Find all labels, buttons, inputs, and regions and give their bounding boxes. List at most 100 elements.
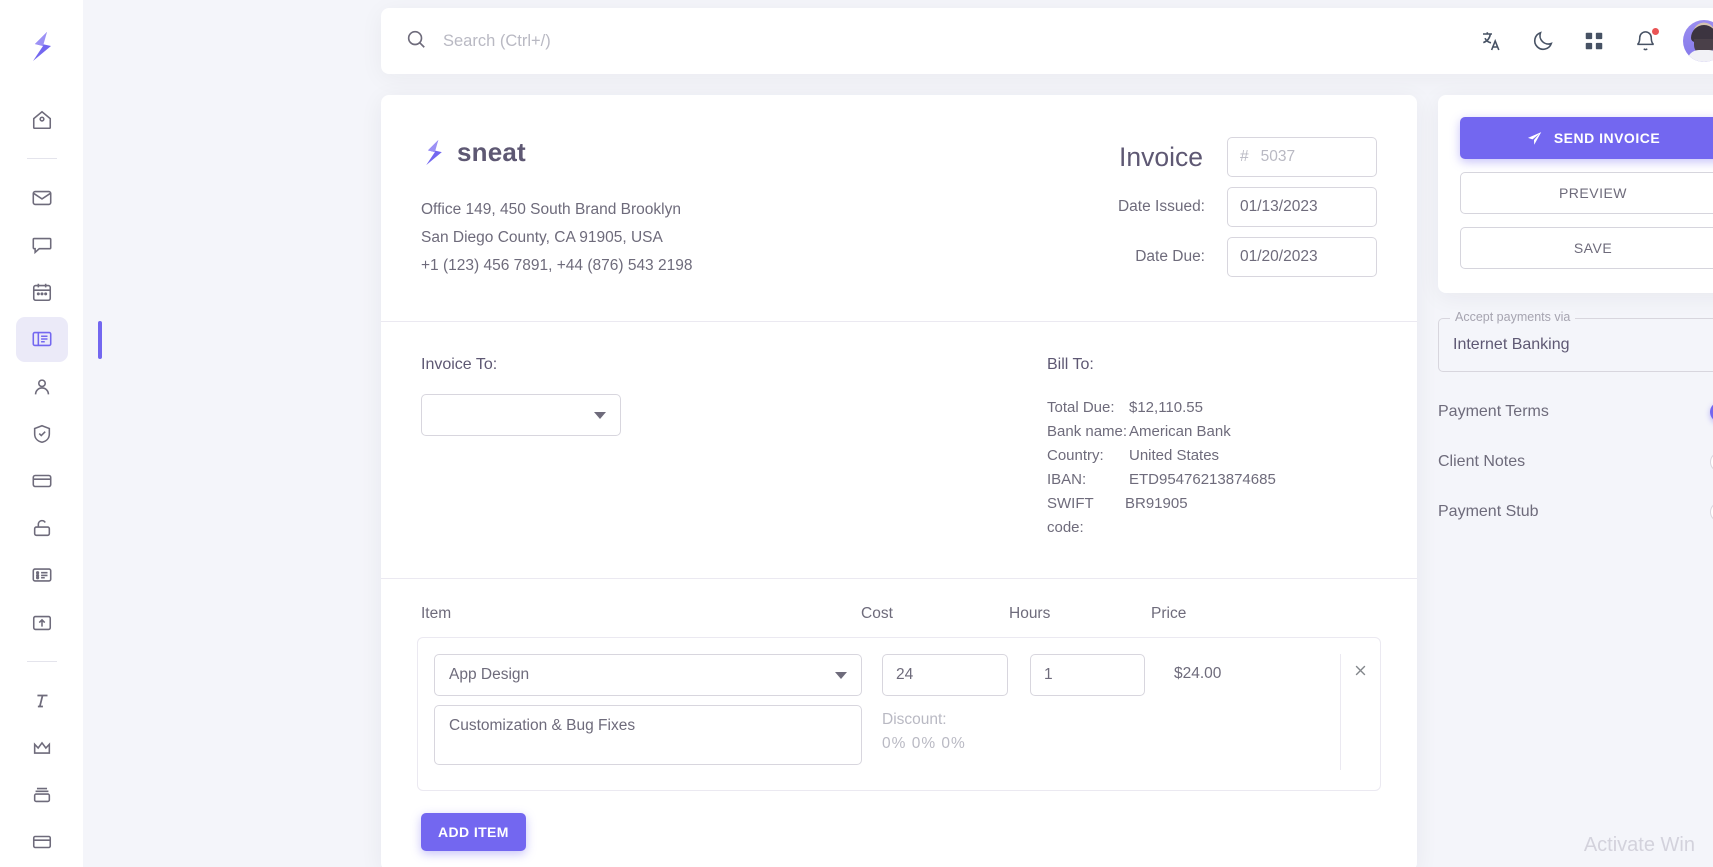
invoice-to-block: Invoice To:	[421, 356, 1047, 540]
remove-item-button[interactable]	[1340, 654, 1380, 770]
search-input[interactable]	[443, 31, 863, 51]
table-row: App Design Discount: 0% 0% 0% $24.00	[417, 637, 1381, 791]
discount-label: Discount:	[882, 711, 947, 728]
item-select[interactable]: App Design	[434, 654, 862, 696]
sidebar-item-roles-permissions[interactable]	[16, 411, 68, 456]
bill-to-key: SWIFT code:	[1047, 495, 1094, 536]
date-due-row: Date Due: 01/20/2023	[957, 237, 1377, 277]
date-due-field[interactable]: 01/20/2023	[1227, 237, 1377, 277]
sidebar-item-home[interactable]	[16, 97, 68, 142]
bill-to-row: Total Due: $12,110.55	[1047, 396, 1377, 420]
bill-to-row: Country: United States	[1047, 444, 1377, 468]
bill-to-value: United States	[1129, 447, 1220, 464]
search-icon	[405, 28, 427, 55]
bill-to-key: Total Due:	[1047, 399, 1115, 416]
bill-to-value: ETD95476213874685	[1129, 471, 1276, 488]
invoice-meta: Invoice # 5037 Date Issued: 01/13/2023 D…	[957, 137, 1377, 287]
date-due-label: Date Due:	[1135, 248, 1205, 265]
send-plane-icon	[1527, 131, 1542, 145]
avatar-image	[1683, 20, 1713, 62]
send-invoice-button[interactable]: SEND INVOICE	[1460, 117, 1713, 159]
column-header-cost: Cost	[861, 605, 893, 622]
item-description-input[interactable]	[434, 705, 862, 765]
invoice-card: sneat Office 149, 450 South Brand Brookl…	[381, 95, 1417, 867]
toggle-payment-stub-label: Payment Stub	[1438, 503, 1539, 520]
sidebar-divider-1	[26, 158, 57, 160]
sidebar-divider-2	[26, 661, 57, 663]
invoice-number-value: 5037	[1260, 148, 1296, 165]
sidebar-item-pricing[interactable]	[16, 458, 68, 503]
preview-button[interactable]: PREVIEW	[1460, 172, 1713, 214]
apps-grid-icon[interactable]	[1581, 28, 1607, 54]
sidebar-item-email[interactable]	[16, 175, 68, 220]
company-address-line-1: Office 149, 450 South Brand Brooklyn	[421, 201, 681, 218]
page-title: Invoice	[1119, 141, 1203, 172]
invoice-number-field[interactable]: # 5037	[1227, 137, 1377, 177]
company-address-line-2: San Diego County, CA 91905, USA	[421, 229, 663, 246]
invoice-number-prefix: #	[1240, 148, 1249, 165]
sidebar-item-wizard[interactable]	[16, 553, 68, 598]
top-navbar	[381, 8, 1713, 74]
hours-cell	[1022, 654, 1164, 770]
date-issued-row: Date Issued: 01/13/2023	[957, 187, 1377, 227]
send-invoice-label: SEND INVOICE	[1553, 130, 1661, 146]
sidebar-item-authentication[interactable]	[16, 506, 68, 551]
column-header-price: Price	[1151, 605, 1187, 622]
payment-method-select[interactable]: Accept payments via Internet Banking	[1438, 310, 1713, 372]
sidebar-item-typography[interactable]	[16, 678, 68, 723]
invoice-number-row: Invoice # 5037	[957, 137, 1377, 177]
item-select-value: App Design	[449, 666, 530, 683]
date-issued-field[interactable]: 01/13/2023	[1227, 187, 1377, 227]
bill-to-row: IBAN: ETD95476213874685	[1047, 468, 1377, 492]
toggle-client-notes-row: Client Notes	[1438, 452, 1713, 472]
sidebar-item-icons[interactable]	[16, 725, 68, 770]
sidebar-item-chat[interactable]	[16, 222, 68, 267]
notification-badge	[1651, 27, 1660, 36]
column-header-item: Item	[421, 605, 452, 622]
bill-to-value: American Bank	[1129, 423, 1231, 440]
bill-to-value: BR91905	[1125, 495, 1188, 512]
topbar-actions	[1479, 20, 1713, 62]
column-header-hours: Hours	[1009, 605, 1051, 622]
sidebar-item-invoice[interactable]	[15, 316, 102, 363]
close-icon	[1355, 665, 1366, 676]
company-block: sneat Office 149, 450 South Brand Brookl…	[421, 137, 957, 287]
translate-icon[interactable]	[1479, 28, 1505, 54]
invoice-header: sneat Office 149, 450 South Brand Brookl…	[381, 95, 1417, 322]
chevron-down-icon	[594, 411, 606, 419]
bill-to-value: $12,110.55	[1129, 399, 1203, 416]
date-issued-label: Date Issued:	[1117, 198, 1205, 215]
main-stage: sneat Office 149, 450 South Brand Brookl…	[83, 0, 1713, 867]
items-table-header: Item Cost Hours Price	[417, 605, 1381, 637]
bill-to-key: Country:	[1047, 447, 1104, 464]
payment-method-value: Internet Banking	[1453, 336, 1570, 353]
toggle-payment-terms-row: Payment Terms	[1438, 402, 1713, 422]
brand: sneat	[421, 137, 957, 168]
bill-to-block: Bill To: Total Due: $12,110.55 Bank name…	[1047, 356, 1377, 540]
add-item-button[interactable]: ADD ITEM	[421, 813, 526, 851]
sidebar-nav	[0, 0, 102, 867]
bill-to-row: SWIFT code: BR91905	[1047, 492, 1377, 540]
sidebar-item-user[interactable]	[16, 364, 68, 409]
toggle-client-notes-label: Client Notes	[1438, 453, 1526, 470]
activate-windows-watermark: Activate Win	[1583, 834, 1695, 856]
toggle-payment-stub-row: Payment Stub	[1438, 502, 1713, 522]
payment-method-legend: Accept payments via	[1450, 310, 1576, 324]
sidebar-item-modal[interactable]	[16, 600, 68, 645]
avatar[interactable]	[1683, 20, 1713, 62]
price-cell: $24.00	[1174, 665, 1222, 682]
hours-input[interactable]	[1030, 654, 1145, 696]
sneat-logo[interactable]	[19, 22, 65, 71]
dark-mode-icon[interactable]	[1530, 28, 1556, 54]
invoice-actions-panel: SEND INVOICE PREVIEW SAVE Accept payment…	[1438, 95, 1713, 522]
notification-bell-icon[interactable]	[1632, 27, 1660, 54]
sidebar-item-tables[interactable]	[16, 820, 68, 865]
invoice-to-select[interactable]	[421, 394, 621, 436]
sidebar-item-calendar[interactable]	[16, 270, 68, 315]
cost-input[interactable]	[882, 654, 1008, 696]
save-button[interactable]: SAVE	[1460, 227, 1713, 269]
sidebar-item-cards[interactable]	[16, 773, 68, 818]
bill-to-label: Bill To:	[1047, 356, 1094, 373]
sneat-logo-icon	[426, 139, 442, 165]
actions-card: SEND INVOICE PREVIEW SAVE	[1438, 95, 1713, 293]
